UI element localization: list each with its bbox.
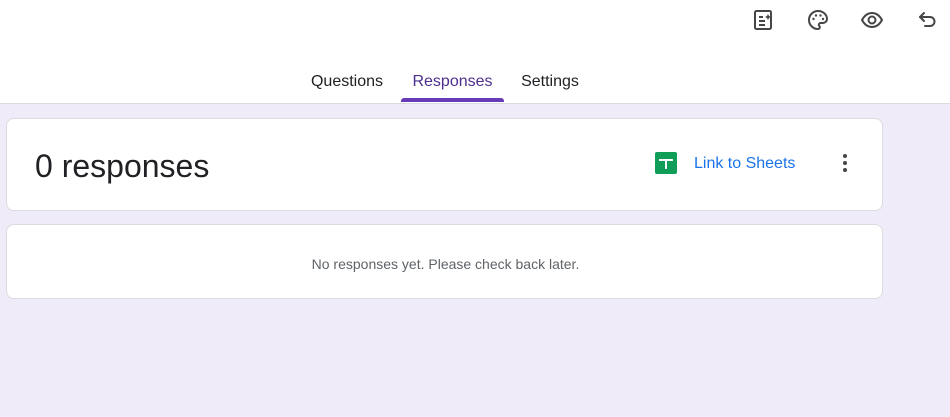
response-count: 0 responses xyxy=(35,148,210,184)
active-tab-indicator xyxy=(401,98,504,102)
tab-questions[interactable]: Questions xyxy=(302,62,392,104)
more-vert-icon[interactable] xyxy=(831,149,859,177)
customize-form-icon[interactable] xyxy=(747,4,779,36)
empty-state-message: No responses yet. Please check back late… xyxy=(311,256,580,272)
preview-eye-icon[interactable] xyxy=(856,4,888,36)
tab-settings[interactable]: Settings xyxy=(512,62,588,104)
palette-icon[interactable] xyxy=(802,4,834,36)
google-sheets-icon[interactable] xyxy=(655,152,677,174)
undo-icon[interactable] xyxy=(911,4,943,36)
link-to-sheets-button[interactable]: Link to Sheets xyxy=(694,154,795,174)
empty-state-card: No responses yet. Please check back late… xyxy=(6,224,883,299)
top-bar: Questions Responses Settings xyxy=(0,0,950,104)
responses-summary-card: 0 responses Link to Sheets xyxy=(6,118,883,211)
